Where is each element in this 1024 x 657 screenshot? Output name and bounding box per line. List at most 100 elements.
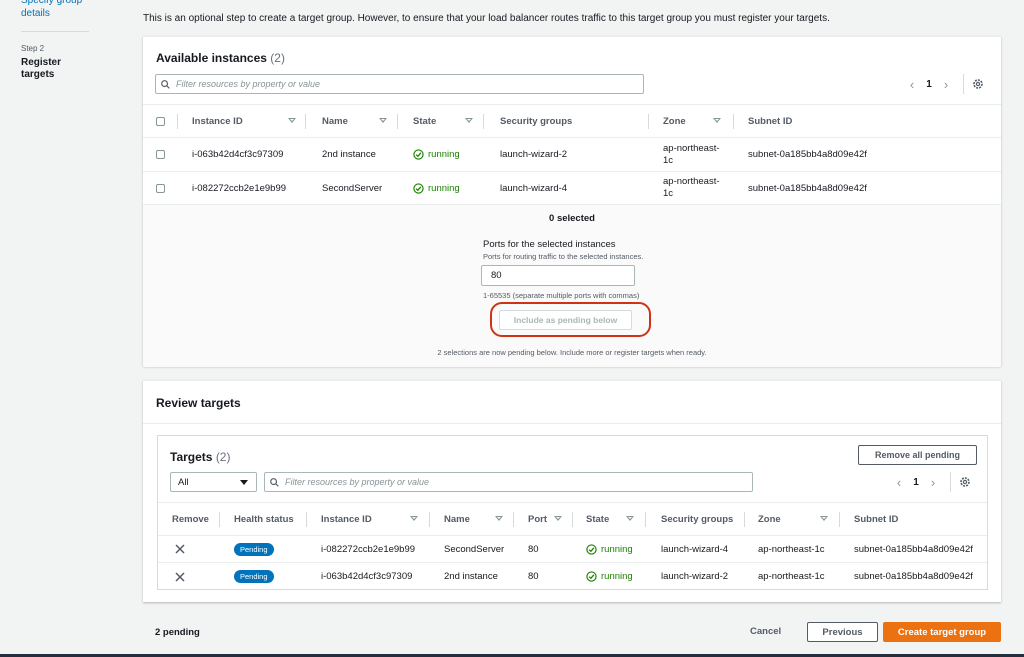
col-subnet-id[interactable]: Subnet ID (854, 503, 898, 536)
targets-pagination: ‹ 1 › (890, 472, 971, 492)
instance-state: running (586, 563, 633, 590)
col-zone[interactable]: Zone (758, 503, 781, 536)
check-circle-icon (586, 571, 597, 582)
col-state[interactable]: State (413, 105, 436, 138)
select-all-checkbox[interactable] (156, 117, 165, 126)
col-port[interactable]: Port (528, 503, 547, 536)
col-health-status[interactable]: Health status (234, 503, 294, 536)
sort-icon[interactable] (465, 118, 473, 123)
select-all-checkbox-cell[interactable] (156, 105, 165, 138)
instance-name: 2nd instance (322, 149, 376, 160)
subnet-id: subnet-0a185bb4a8d09e42f (854, 571, 973, 582)
instance-id: i-063b42d4cf3c97309 (321, 571, 413, 582)
subnet-id: subnet-0a185bb4a8d09e42f (748, 182, 867, 194)
nav-step-1-link[interactable]: Specify group details (21, 0, 101, 20)
security-group: launch-wizard-4 (661, 543, 729, 555)
sort-icon[interactable] (713, 118, 721, 123)
port-hint: 1-65535 (separate multiple ports with co… (483, 291, 640, 300)
targets-title: Targets (2) (170, 450, 230, 464)
col-security-groups[interactable]: Security groups (500, 105, 572, 138)
check-circle-icon (586, 543, 597, 555)
cancel-button[interactable]: Cancel (750, 626, 781, 637)
col-security-groups[interactable]: Security groups (661, 503, 733, 536)
remove-all-pending-button[interactable]: Remove all pending (858, 445, 977, 465)
gear-icon[interactable] (959, 476, 971, 488)
targets-container: Targets (2) Remove all pending All Filte… (157, 435, 988, 590)
table-row[interactable]: Pending i-082272ccb2e1e9b99 SecondServer… (158, 536, 987, 563)
col-remove: Remove (172, 514, 209, 525)
available-table-header: Instance ID Name State Security groups Z… (143, 104, 1001, 138)
create-target-group-button[interactable]: Create target group (883, 622, 1001, 642)
search-icon (270, 477, 279, 487)
pending-count: 2 pending (155, 627, 200, 638)
zone: ap-northeast-1c (663, 142, 720, 166)
security-group: launch-wizard-2 (661, 571, 729, 582)
close-icon[interactable] (175, 571, 185, 582)
col-name[interactable]: Name (322, 105, 348, 138)
table-row[interactable]: Pending i-063b42d4cf3c97309 2nd instance… (158, 563, 987, 590)
available-instances-title: Available instances (2) (156, 51, 285, 65)
targets-filter-select[interactable]: All (170, 472, 257, 492)
targets-filter-select-value: All (178, 476, 189, 488)
port: 80 (528, 543, 539, 555)
instance-name: SecondServer (322, 182, 383, 194)
next-page-icon[interactable]: › (924, 475, 942, 490)
table-row[interactable]: i-063b42d4cf3c97309 2nd instance running… (143, 138, 1001, 172)
col-subnet-id[interactable]: Subnet ID (748, 105, 792, 138)
pager-divider (963, 74, 964, 94)
targets-page-number[interactable]: 1 (908, 477, 924, 488)
table-row[interactable]: i-082272ccb2e1e9b99 SecondServer running… (143, 172, 1001, 205)
selected-count: 0 selected (549, 213, 595, 224)
instance-name: SecondServer (444, 543, 505, 555)
row-checkbox[interactable] (156, 183, 165, 193)
zone: ap-northeast-1c (758, 543, 825, 555)
sort-icon[interactable] (820, 516, 828, 521)
prev-page-icon[interactable]: ‹ (890, 475, 908, 490)
sort-icon[interactable] (554, 516, 562, 521)
targets-filter-input[interactable]: Filter resources by property or value (264, 472, 753, 492)
instance-state: running (413, 138, 460, 171)
gear-icon[interactable] (972, 78, 984, 90)
sort-icon[interactable] (379, 118, 387, 123)
col-zone[interactable]: Zone (663, 105, 686, 138)
available-instances-panel: Available instances (2) Filter resources… (143, 36, 1001, 367)
highlight-annotation (490, 302, 651, 337)
row-checkbox[interactable] (156, 150, 165, 159)
current-step-name: Register targets (21, 57, 62, 80)
next-page-icon[interactable]: › (937, 77, 955, 92)
ports-label: Ports for the selected instances (483, 239, 616, 250)
available-filter-placeholder: Filter resources by property or value (176, 79, 321, 89)
available-page-number[interactable]: 1 (921, 79, 937, 90)
security-group: launch-wizard-4 (500, 182, 568, 194)
available-instances-count: (2) (270, 51, 285, 65)
prev-page-icon[interactable]: ‹ (903, 77, 921, 92)
review-targets-panel: Review targets Targets (2) Remove all pe… (143, 380, 1001, 602)
col-state[interactable]: State (586, 503, 609, 536)
status-badge: Pending (234, 542, 274, 556)
col-instance-id[interactable]: Instance ID (321, 503, 372, 536)
port: 80 (528, 571, 539, 582)
sort-icon[interactable] (410, 516, 418, 521)
port-input[interactable]: 80 (481, 265, 635, 286)
previous-button[interactable]: Previous (807, 622, 878, 642)
pager-divider (950, 472, 951, 492)
sort-icon[interactable] (288, 118, 296, 123)
sort-icon[interactable] (495, 516, 503, 521)
sort-icon[interactable] (626, 516, 634, 521)
state-text: running (428, 182, 460, 194)
zone: ap-northeast-1c (663, 176, 720, 199)
review-targets-title: Review targets (156, 396, 241, 410)
state-text: running (601, 571, 633, 582)
available-filter-input[interactable]: Filter resources by property or value (155, 74, 644, 94)
col-instance-id[interactable]: Instance ID (192, 105, 243, 138)
close-icon[interactable] (175, 544, 185, 554)
targets-title-text: Targets (170, 450, 213, 464)
instance-name: 2nd instance (444, 571, 498, 582)
check-circle-icon (413, 182, 424, 194)
search-icon (161, 79, 170, 89)
subnet-id: subnet-0a185bb4a8d09e42f (748, 149, 867, 160)
instance-id: i-063b42d4cf3c97309 (192, 149, 284, 160)
col-name[interactable]: Name (444, 503, 470, 536)
remove-target-button[interactable] (175, 563, 185, 590)
remove-target-button[interactable] (175, 536, 185, 562)
